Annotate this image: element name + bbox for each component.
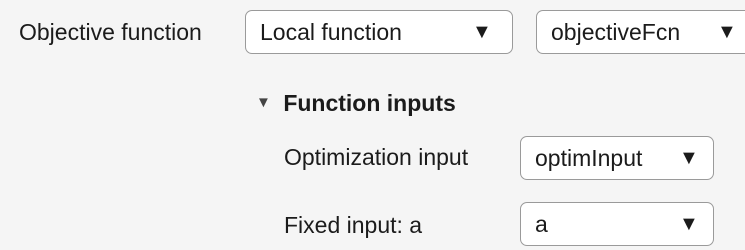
fixed-input-a-dropdown[interactable]: a ▼ xyxy=(520,202,714,246)
objective-function-label: Objective function xyxy=(19,19,202,45)
chevron-down-icon: ▼ xyxy=(679,213,699,235)
optimization-input-value: optimInput xyxy=(535,145,643,171)
fixed-input-a-value: a xyxy=(535,211,548,237)
optimization-input-label: Optimization input xyxy=(284,144,469,170)
chevron-down-icon: ▼ xyxy=(472,21,492,43)
function-inputs-title: Function inputs xyxy=(283,90,456,116)
objective-function-panel: Objective function Local function ▼ obje… xyxy=(0,0,745,250)
objective-source-dropdown[interactable]: Local function ▼ xyxy=(245,10,513,54)
objective-function-name-value: objectiveFcn xyxy=(551,19,681,45)
fixed-input-a-label: Fixed input: a xyxy=(284,212,423,238)
chevron-down-icon: ▼ xyxy=(717,21,737,43)
chevron-down-icon: ▼ xyxy=(679,147,699,169)
objective-function-name-dropdown[interactable]: objectiveFcn ▼ xyxy=(536,10,745,54)
collapse-triangle-icon: ▼ xyxy=(256,94,271,111)
optimization-input-dropdown[interactable]: optimInput ▼ xyxy=(520,136,714,180)
objective-source-value: Local function xyxy=(260,19,402,45)
function-inputs-section-toggle[interactable]: ▼ Function inputs xyxy=(256,88,456,120)
